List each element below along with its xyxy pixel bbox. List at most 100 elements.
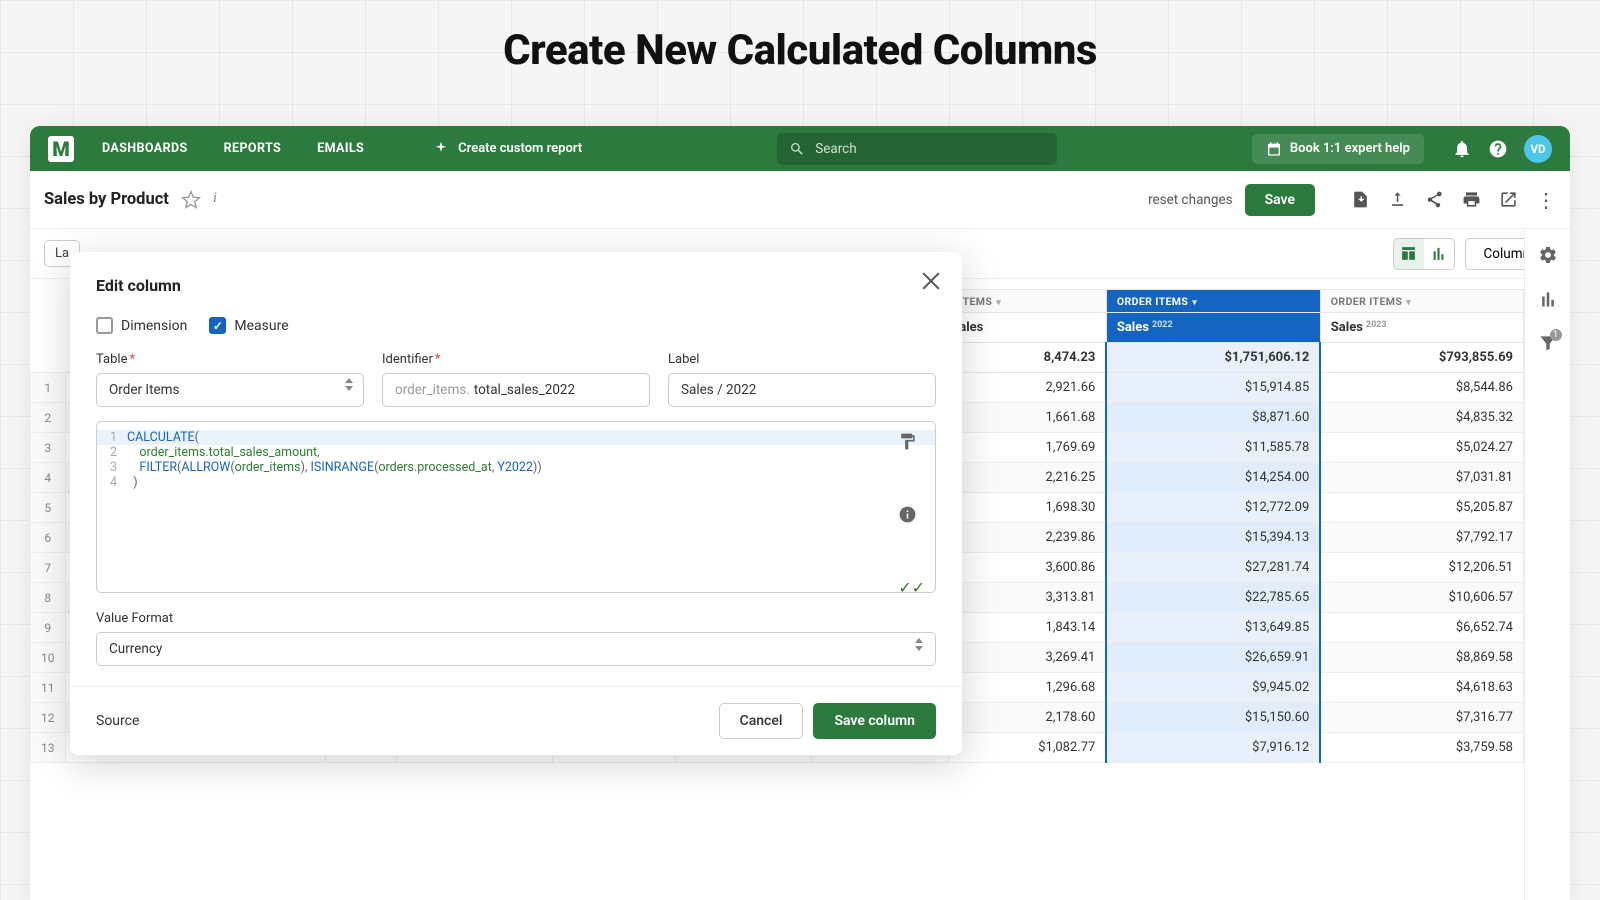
page-title: Create New Calculated Columns bbox=[0, 26, 1600, 75]
cell-highlighted: $22,785.65 bbox=[1106, 583, 1320, 613]
nav-reports[interactable]: REPORTS bbox=[224, 141, 282, 156]
chart-view-button[interactable] bbox=[1424, 239, 1454, 269]
measure-checkbox[interactable]: Measure bbox=[209, 317, 288, 334]
label-field: Label Sales / 2022 bbox=[668, 352, 936, 407]
save-column-button[interactable]: Save column bbox=[813, 703, 936, 739]
cell-highlighted: $27,281.74 bbox=[1106, 553, 1320, 583]
help-icon[interactable] bbox=[1488, 139, 1508, 159]
modal-footer: Source Cancel Save column bbox=[70, 686, 962, 755]
row-number: 12 bbox=[31, 703, 66, 733]
col-sales[interactable]: ales bbox=[949, 313, 1107, 343]
sparkle-icon bbox=[432, 140, 450, 158]
value-format-select[interactable]: Currency bbox=[96, 632, 936, 666]
table-select[interactable]: Order Items bbox=[96, 373, 364, 407]
row-number: 10 bbox=[31, 643, 66, 673]
cancel-button[interactable]: Cancel bbox=[719, 703, 804, 739]
fields-row: Table* Order Items Identifier* order_ite… bbox=[96, 352, 936, 407]
editor-side-icons: ✓✓ bbox=[898, 432, 925, 597]
cell-highlighted: $7,916.12 bbox=[1106, 733, 1320, 763]
star-icon[interactable] bbox=[181, 190, 201, 210]
chart-sidebar-icon[interactable] bbox=[1538, 289, 1558, 309]
save-button[interactable]: Save bbox=[1245, 184, 1315, 216]
topbar-icons: VD bbox=[1452, 135, 1552, 163]
table-view-button[interactable] bbox=[1394, 239, 1424, 269]
cell-highlighted: $15,914.85 bbox=[1106, 373, 1320, 403]
share-icon[interactable] bbox=[1425, 190, 1444, 209]
cell: $10,606.57 bbox=[1320, 583, 1523, 613]
cell-highlighted: $15,150.60 bbox=[1106, 703, 1320, 733]
search-box[interactable] bbox=[777, 133, 1057, 165]
filter-sidebar-button[interactable]: 1 bbox=[1538, 333, 1558, 357]
book-expert-help-button[interactable]: Book 1:1 expert help bbox=[1252, 134, 1424, 164]
source-link[interactable]: Source bbox=[96, 713, 139, 729]
download-icon[interactable] bbox=[1351, 190, 1370, 209]
row-number: 6 bbox=[31, 523, 66, 553]
cell: 1,661.68 bbox=[949, 403, 1107, 433]
cell: $7,031.81 bbox=[1320, 463, 1523, 493]
info-circle-icon[interactable] bbox=[898, 505, 917, 524]
edit-column-modal: Edit column Dimension Measure Table* Ord… bbox=[70, 252, 962, 755]
bell-icon[interactable] bbox=[1452, 139, 1472, 159]
cell: 2,178.60 bbox=[949, 703, 1107, 733]
formula-editor[interactable]: 1CALCULATE( 2 order_items.total_sales_am… bbox=[96, 421, 936, 593]
col-sales-2023[interactable]: Sales2023 bbox=[1320, 313, 1523, 343]
col-sales-2022[interactable]: Sales2022 bbox=[1106, 313, 1320, 343]
dimension-checkbox[interactable]: Dimension bbox=[96, 317, 187, 334]
identifier-field: Identifier* order_items.total_sales_2022 bbox=[382, 352, 650, 407]
cell: 2,239.86 bbox=[949, 523, 1107, 553]
col-group-order-items-2022[interactable]: ORDER ITEMS▾ bbox=[1106, 290, 1320, 313]
report-title: Sales by Product bbox=[44, 190, 169, 209]
filter-badge: 1 bbox=[1550, 329, 1562, 341]
row-number: 11 bbox=[31, 673, 66, 703]
cell: 3,313.81 bbox=[949, 583, 1107, 613]
format-icon[interactable] bbox=[898, 432, 917, 451]
cell: 3,269.41 bbox=[949, 643, 1107, 673]
settings-icon[interactable] bbox=[1538, 245, 1558, 265]
nav-emails[interactable]: EMAILS bbox=[317, 141, 364, 156]
top-nav: DASHBOARDS REPORTS EMAILS bbox=[102, 141, 364, 156]
nav-dashboards[interactable]: DASHBOARDS bbox=[102, 141, 188, 156]
create-custom-report-button[interactable]: Create custom report bbox=[432, 140, 582, 158]
more-icon[interactable]: ⋮ bbox=[1536, 190, 1556, 210]
cell: $7,792.17 bbox=[1320, 523, 1523, 553]
subbar-icons: ⋮ bbox=[1351, 190, 1556, 210]
export-icon[interactable] bbox=[1388, 190, 1407, 209]
close-icon[interactable] bbox=[920, 270, 942, 292]
topbar: M DASHBOARDS REPORTS EMAILS Create custo… bbox=[30, 126, 1570, 171]
checkbox-unchecked-icon bbox=[96, 317, 113, 334]
identifier-input[interactable]: order_items.total_sales_2022 bbox=[382, 373, 650, 407]
total-sales-2023: $793,855.69 bbox=[1320, 343, 1523, 373]
col-group-order-items-2023[interactable]: ORDER ITEMS▾ bbox=[1320, 290, 1523, 313]
label-input[interactable]: Sales / 2022 bbox=[668, 373, 936, 407]
validate-icon[interactable]: ✓✓ bbox=[898, 578, 925, 597]
info-icon[interactable]: i bbox=[213, 190, 233, 210]
row-number: 5 bbox=[31, 493, 66, 523]
right-sidebar: 1 bbox=[1524, 229, 1570, 900]
search-input[interactable] bbox=[815, 141, 1045, 157]
cell: 1,769.69 bbox=[949, 433, 1107, 463]
cell-highlighted: $9,945.02 bbox=[1106, 673, 1320, 703]
user-avatar[interactable]: VD bbox=[1524, 135, 1552, 163]
cell: 3,600.86 bbox=[949, 553, 1107, 583]
cell: $7,316.77 bbox=[1320, 703, 1523, 733]
report-toolbar: Sales by Product i reset changes Save ⋮ bbox=[30, 171, 1570, 229]
view-toggle bbox=[1393, 238, 1455, 270]
create-custom-report-label: Create custom report bbox=[458, 141, 582, 156]
cell: 2,216.25 bbox=[949, 463, 1107, 493]
app-logo[interactable]: M bbox=[48, 136, 74, 162]
open-external-icon[interactable] bbox=[1499, 190, 1518, 209]
cell-highlighted: $26,659.91 bbox=[1106, 643, 1320, 673]
cell: $12,206.51 bbox=[1320, 553, 1523, 583]
formula-code: 1CALCULATE( 2 order_items.total_sales_am… bbox=[97, 422, 935, 592]
row-number: 1 bbox=[31, 373, 66, 403]
print-icon[interactable] bbox=[1462, 190, 1481, 209]
col-group-items[interactable]: ITEMS▾ bbox=[949, 290, 1107, 313]
row-number: 9 bbox=[31, 613, 66, 643]
cell-highlighted: $13,649.85 bbox=[1106, 613, 1320, 643]
cell: $8,869.58 bbox=[1320, 643, 1523, 673]
row-number: 13 bbox=[31, 733, 66, 763]
search-wrap bbox=[610, 133, 1224, 165]
cell: $1,082.77 bbox=[949, 733, 1107, 763]
checkbox-checked-icon bbox=[209, 317, 226, 334]
reset-changes-link[interactable]: reset changes bbox=[1148, 192, 1233, 208]
